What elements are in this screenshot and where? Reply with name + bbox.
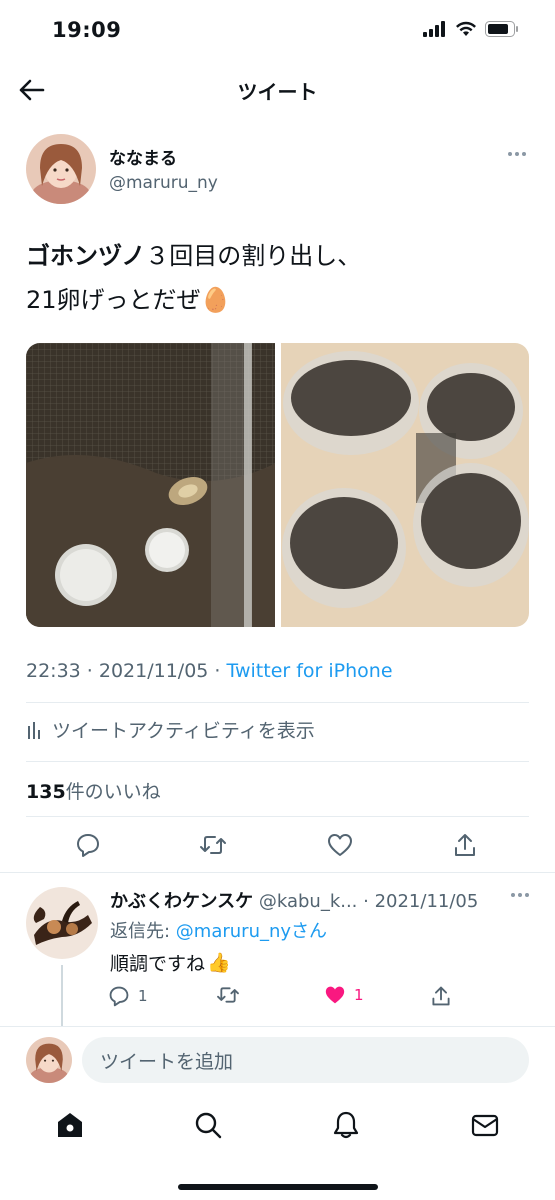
tweet-text-line2: 21卵げっとだぜ bbox=[26, 286, 201, 314]
tweet-activity-label: ツイートアクティビティを表示 bbox=[52, 720, 315, 742]
page-title: ツイート bbox=[237, 80, 318, 104]
reply-header: かぶくわケンスケ @kabu_k... · 2021/11/05 bbox=[110, 887, 510, 913]
home-indicator bbox=[178, 1184, 378, 1190]
reply-icon bbox=[109, 986, 129, 1007]
nav-search[interactable] bbox=[191, 1108, 225, 1142]
avatar[interactable] bbox=[26, 887, 98, 959]
reply-like-count: 1 bbox=[354, 986, 364, 1004]
more-icon[interactable] bbox=[511, 893, 529, 897]
messages-icon bbox=[471, 1114, 499, 1137]
compose-input[interactable]: ツイートを追加 bbox=[82, 1037, 529, 1083]
tweet-meta: 22:33 · 2021/11/05 · Twitter for iPhone bbox=[26, 660, 393, 682]
reply-author-handle[interactable]: @kabu_k... bbox=[259, 891, 358, 912]
reply-to-suffix: さん bbox=[291, 921, 328, 942]
share-button[interactable] bbox=[450, 830, 480, 860]
author-handle[interactable]: @maruru_ny bbox=[109, 173, 218, 193]
header: ツイート bbox=[0, 62, 555, 118]
tweet-text: ゴホンヅノ３回目の割り出し、 21卵げっとだぜ🥚 bbox=[26, 234, 531, 322]
reply-reply-count: 1 bbox=[138, 987, 148, 1005]
reply-to-prefix: 返信先: bbox=[110, 921, 176, 942]
retweet-button[interactable] bbox=[198, 830, 228, 860]
reply-actions: 1 1 bbox=[108, 985, 458, 1011]
thread-line bbox=[61, 965, 63, 1027]
divider bbox=[26, 761, 529, 762]
reply-share-button[interactable] bbox=[430, 985, 452, 1007]
media-image-2[interactable] bbox=[280, 343, 529, 627]
nav-notifications[interactable] bbox=[329, 1108, 363, 1142]
tweet-source-link[interactable]: Twitter for iPhone bbox=[227, 660, 393, 682]
divider bbox=[26, 702, 529, 703]
divider bbox=[26, 816, 529, 817]
compose-bar: ツイートを追加 bbox=[0, 1026, 555, 1092]
reply-to-mention[interactable]: @maruru_ny bbox=[176, 921, 291, 942]
tweet-activity-link[interactable]: ツイートアクティビティを表示 bbox=[26, 716, 315, 743]
status-bar: 19:09 bbox=[0, 0, 555, 62]
like-filled-icon bbox=[325, 986, 345, 1004]
share-icon bbox=[432, 986, 450, 1006]
compose-placeholder: ツイートを追加 bbox=[100, 1050, 234, 1073]
reply-like-button[interactable]: 1 bbox=[324, 985, 364, 1005]
notifications-icon bbox=[333, 1111, 359, 1139]
nav-messages[interactable] bbox=[468, 1108, 502, 1142]
more-icon[interactable] bbox=[505, 146, 529, 162]
reply-reply-button[interactable]: 1 bbox=[108, 985, 148, 1007]
nav-home[interactable] bbox=[53, 1108, 87, 1142]
author-name[interactable]: ななまる bbox=[109, 144, 177, 169]
bottom-nav bbox=[0, 1100, 555, 1150]
tweet-text-bold: ゴホンヅノ bbox=[26, 242, 146, 270]
likes-number: 135 bbox=[26, 781, 66, 803]
tweet-actions bbox=[26, 830, 529, 862]
analytics-icon bbox=[28, 721, 40, 739]
signal-icon bbox=[423, 21, 445, 37]
egg-emoji: 🥚 bbox=[200, 286, 231, 314]
reply-button[interactable] bbox=[73, 830, 103, 860]
likes-label: 件のいいね bbox=[65, 781, 161, 803]
home-icon bbox=[58, 1113, 82, 1137]
reply-icon bbox=[77, 834, 99, 857]
share-icon bbox=[455, 834, 475, 856]
battery-icon bbox=[485, 21, 518, 37]
like-icon bbox=[328, 834, 352, 856]
likes-count[interactable]: 135件のいいね bbox=[26, 777, 161, 804]
media-image-1[interactable] bbox=[26, 343, 275, 627]
search-icon bbox=[195, 1112, 222, 1139]
reply-body: 順調ですね 👍 bbox=[110, 949, 231, 976]
status-icons bbox=[423, 21, 519, 37]
thumbs-up-emoji: 👍 bbox=[207, 952, 231, 974]
reply-date: · 2021/11/05 bbox=[357, 891, 479, 912]
tweet-author: ななまる @maruru_ny bbox=[26, 134, 529, 206]
retweet-icon bbox=[217, 987, 239, 1003]
reply-to: 返信先: @maruru_nyさん bbox=[110, 917, 327, 943]
status-time: 19:09 bbox=[52, 18, 122, 42]
like-button[interactable] bbox=[325, 830, 355, 860]
avatar bbox=[26, 1037, 72, 1083]
reply-tweet[interactable]: かぶくわケンスケ @kabu_k... · 2021/11/05 返信先: @m… bbox=[0, 872, 555, 1027]
reply-text: 順調ですね bbox=[110, 953, 206, 975]
reply-author-name[interactable]: かぶくわケンスケ bbox=[110, 891, 253, 912]
reply-retweet-button[interactable] bbox=[216, 985, 240, 1005]
tweet-text-line1: ３回目の割り出し、 bbox=[145, 242, 362, 270]
tweet-media bbox=[26, 343, 529, 627]
avatar[interactable] bbox=[26, 134, 96, 204]
retweet-icon bbox=[200, 836, 226, 854]
tweet-timestamp: 22:33 · 2021/11/05 · bbox=[26, 660, 227, 682]
wifi-icon bbox=[456, 21, 476, 36]
